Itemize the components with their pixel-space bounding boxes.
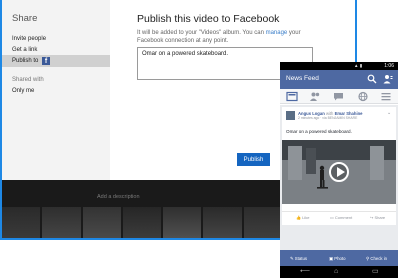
share-button[interactable]: ↪ Share <box>370 215 385 220</box>
feed-post: Angus Logan with Emar Shahine 2 minutes … <box>282 107 396 225</box>
friends-tab-icon[interactable] <box>309 91 321 102</box>
post-actions: 👍 Like ▭ Comment ↪ Share <box>282 211 396 223</box>
status-bar: ▲ ▮ 1:06 <box>280 62 398 70</box>
check-in-button[interactable]: ⚲ Check in <box>366 256 387 262</box>
android-nav-bar: ⟵ ⌂ ▭ <box>280 266 398 278</box>
messages-tab-icon[interactable] <box>333 91 345 102</box>
play-icon[interactable] <box>329 162 349 182</box>
home-icon[interactable]: ⌂ <box>334 266 338 278</box>
manage-link[interactable]: manage <box>266 30 288 36</box>
video-thumbnail[interactable] <box>203 207 242 238</box>
post-video[interactable] <box>282 140 396 204</box>
share-heading: Share <box>12 13 38 24</box>
share-item-publish-to-facebook[interactable]: Publish to f <box>2 55 110 67</box>
share-pane: Share Invite people Get a link Publish t… <box>2 0 110 180</box>
thumbnail-row <box>2 207 282 238</box>
share-item-label: Get a link <box>12 47 38 53</box>
share-label: Share <box>374 215 386 220</box>
video-thumbnail[interactable] <box>82 207 121 238</box>
facebook-icon: f <box>42 57 51 65</box>
tab-bar <box>280 89 398 104</box>
like-label: Like <box>302 215 310 220</box>
window-frame-right <box>355 0 357 62</box>
add-description-placeholder[interactable]: Add a description <box>97 194 140 200</box>
shared-with-label: Shared with <box>12 77 44 83</box>
publish-button[interactable]: Publish <box>237 153 270 166</box>
video-thumbnail[interactable] <box>2 207 41 238</box>
chevron-down-icon[interactable]: ⌄ <box>387 110 391 116</box>
publish-description: It will be added to your "Videos" album.… <box>137 29 312 45</box>
post-meta: 2 minutes ago · via BENJAMIN SHARE <box>298 116 358 120</box>
video-thumbnail[interactable] <box>42 207 81 238</box>
photo-label: Photo <box>334 256 346 261</box>
header-title: News Feed <box>286 75 319 82</box>
search-icon[interactable] <box>367 74 377 84</box>
status-time: 1:06 <box>384 63 394 69</box>
share-item-label: Invite people <box>12 36 47 42</box>
share-item-label: Publish to <box>12 58 39 64</box>
publish-title: Publish this video to Facebook <box>137 13 280 25</box>
photo-button[interactable]: ▣ Photo <box>329 256 346 262</box>
video-thumbnail[interactable] <box>122 207 162 238</box>
comment-button[interactable]: ▭ Comment <box>330 215 352 220</box>
avatar[interactable] <box>286 111 295 120</box>
video-thumbnail[interactable] <box>243 207 282 238</box>
news-feed: Angus Logan with Emar Shahine 2 minutes … <box>280 105 398 253</box>
menu-icon[interactable] <box>380 91 392 102</box>
recent-apps-icon[interactable]: ▭ <box>372 266 379 278</box>
like-button[interactable]: 👍 Like <box>296 215 309 220</box>
description-prefix: It will be added to your "Videos" album.… <box>137 30 266 36</box>
news-feed-tab-icon[interactable] <box>286 91 298 102</box>
window-frame-bottom <box>0 238 280 240</box>
comment-label: Comment <box>334 215 353 220</box>
post-caption: Omar on a powered skateboard. <box>286 129 352 134</box>
video-editor-strip: Add a description <box>2 180 282 238</box>
status-button[interactable]: ✎ Status <box>290 256 307 262</box>
android-phone: ▲ ▮ 1:06 News Feed Angus Logan with Emar… <box>280 62 398 278</box>
window-frame-left <box>0 0 2 240</box>
notifications-globe-icon[interactable] <box>357 91 369 102</box>
composer-bar: ✎ Status ▣ Photo ⚲ Check in <box>280 250 398 266</box>
signal-battery-icon: ▲ ▮ <box>354 63 363 68</box>
friend-requests-icon[interactable] <box>383 74 393 84</box>
facebook-header: News Feed <box>280 70 398 89</box>
shared-with-value[interactable]: Only me <box>12 88 34 94</box>
back-icon[interactable]: ⟵ <box>300 266 310 278</box>
video-thumbnail[interactable] <box>163 207 202 238</box>
checkin-label: Check in <box>370 256 388 261</box>
status-label: Status <box>294 256 307 261</box>
screenshot-stage: Share Invite people Get a link Publish t… <box>0 0 400 278</box>
